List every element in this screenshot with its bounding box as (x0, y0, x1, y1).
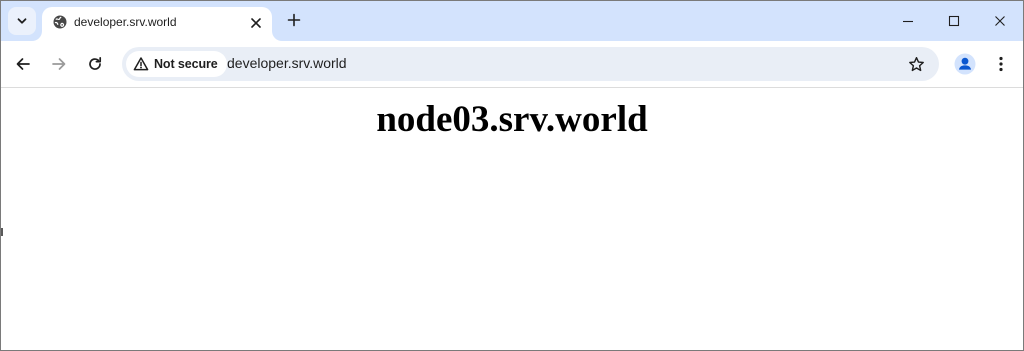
globe-icon (52, 14, 68, 30)
forward-button[interactable] (45, 50, 73, 78)
new-tab-button[interactable] (282, 8, 306, 32)
chevron-down-icon (16, 15, 28, 27)
person-icon (954, 53, 976, 75)
tab-active[interactable]: developer.srv.world (42, 7, 272, 41)
address-bar[interactable]: Not secure developer.srv.world (122, 47, 939, 81)
browser-window: developer.srv.world Not secure developer… (0, 0, 1024, 351)
star-icon (908, 56, 924, 71)
close-icon (251, 18, 261, 28)
edge-marker (1, 228, 3, 236)
arrow-right-icon (52, 58, 66, 70)
arrow-left-icon (16, 58, 30, 70)
close-icon (995, 16, 1005, 26)
reload-icon (89, 56, 102, 70)
warning-icon (133, 56, 149, 72)
maximize-icon (948, 15, 960, 27)
url-text[interactable]: developer.srv.world (227, 55, 347, 71)
menu-button[interactable] (989, 51, 1013, 77)
security-label: Not secure (154, 57, 218, 71)
maximize-button[interactable] (931, 1, 977, 41)
profile-button[interactable] (952, 51, 978, 77)
tab-strip: developer.srv.world (1, 1, 1023, 41)
bookmark-button[interactable] (905, 53, 927, 75)
tab-title: developer.srv.world (74, 15, 177, 29)
browser-toolbar: Not secure developer.srv.world (1, 41, 1023, 88)
minimize-icon (903, 20, 913, 23)
kebab-menu-icon (999, 56, 1003, 72)
security-chip[interactable]: Not secure (126, 51, 227, 77)
page-viewport: node03.srv.world (1, 88, 1023, 350)
close-window-button[interactable] (977, 1, 1023, 41)
reload-button[interactable] (81, 50, 109, 78)
back-button[interactable] (9, 50, 37, 78)
tab-close-button[interactable] (246, 13, 266, 33)
minimize-button[interactable] (885, 1, 931, 41)
plus-icon (287, 13, 301, 27)
page-heading: node03.srv.world (376, 99, 648, 140)
